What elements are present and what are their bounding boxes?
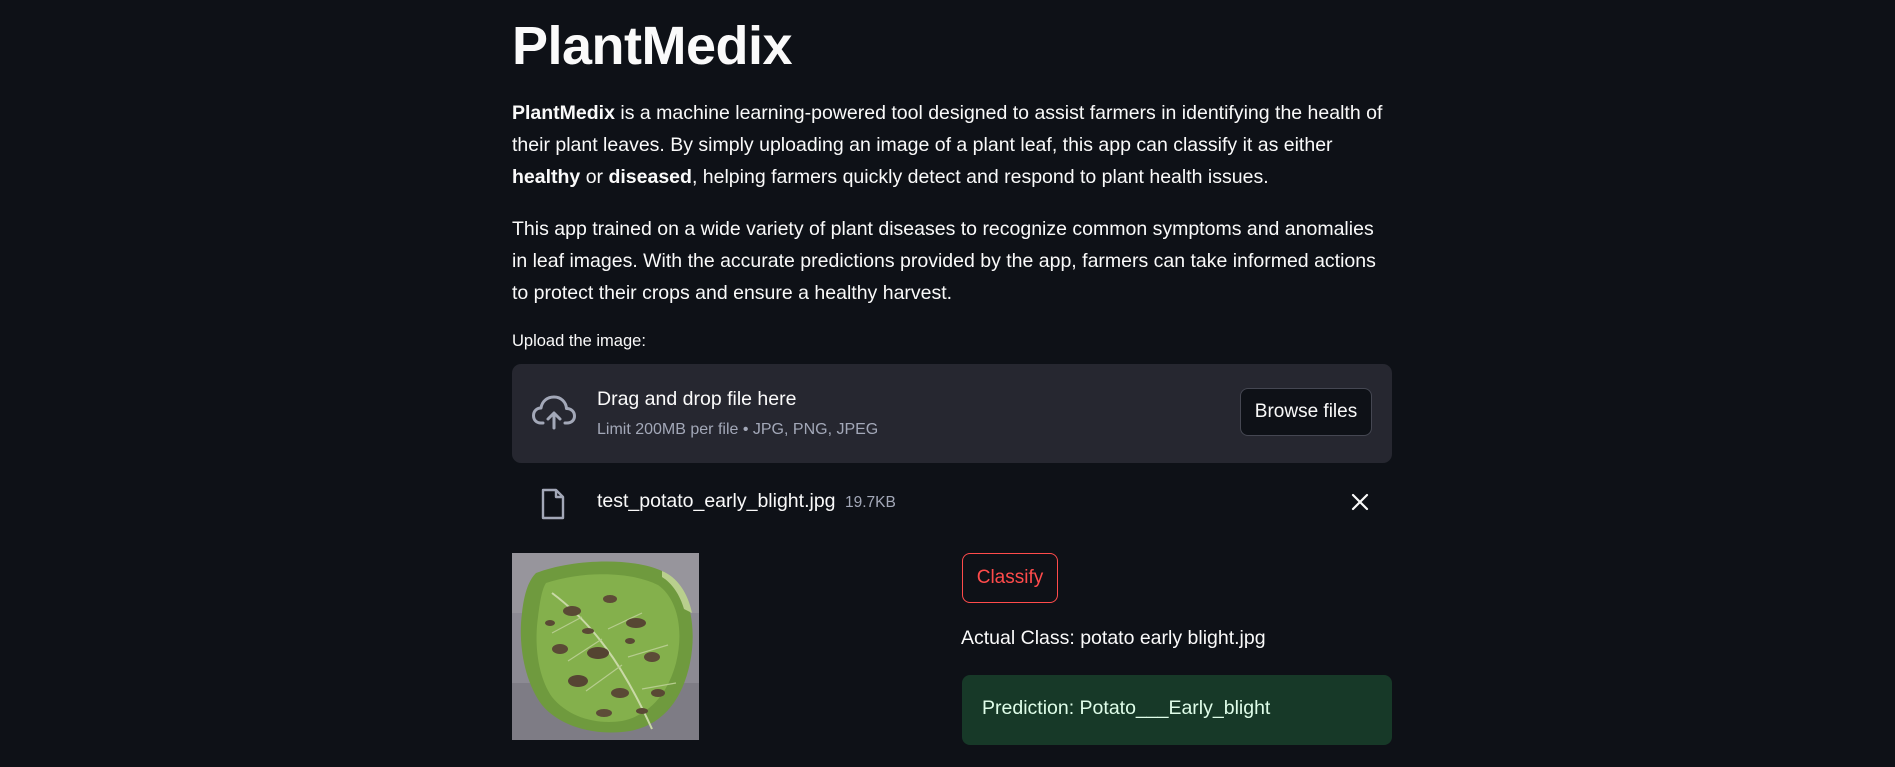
prediction-alert: Prediction: Potato___Early_blight — [962, 675, 1392, 745]
uploaded-file-row: test_potato_early_blight.jpg 19.7KB — [512, 478, 1392, 526]
intro-text-a: is a machine learning-powered tool desig… — [512, 102, 1383, 156]
file-dropzone[interactable]: Drag and drop file here Limit 200MB per … — [512, 364, 1392, 463]
classify-button[interactable]: Classify — [962, 553, 1058, 603]
close-icon[interactable] — [1350, 492, 1370, 512]
browse-files-button[interactable]: Browse files — [1240, 388, 1372, 436]
intro-text-b: or — [580, 166, 609, 188]
dropzone-limits: Limit 200MB per file • JPG, PNG, JPEG — [597, 421, 879, 438]
page-title: PlantMedix — [512, 16, 793, 76]
uploaded-file-name: test_potato_early_blight.jpg — [597, 490, 836, 512]
intro-text-c: , helping farmers quickly detect and res… — [691, 166, 1269, 188]
actual-class-text: Actual Class: potato early blight.jpg — [961, 627, 1266, 649]
cloud-upload-icon — [532, 395, 576, 430]
uploaded-file-size: 19.7KB — [845, 494, 896, 511]
diseased-bold: diseased — [608, 166, 692, 188]
prediction-text: Prediction: Potato___Early_blight — [982, 697, 1271, 719]
leaf-picture — [512, 553, 699, 740]
file-icon — [541, 488, 565, 520]
healthy-bold: healthy — [512, 166, 581, 188]
upload-label: Upload the image: — [512, 332, 646, 350]
app-name-bold: PlantMedix — [512, 102, 615, 124]
dropzone-title: Drag and drop file here — [597, 388, 797, 410]
uploaded-leaf-image — [512, 553, 699, 740]
intro-paragraph: PlantMedix is a machine learning-powered… — [512, 97, 1392, 193]
training-paragraph: This app trained on a wide variety of pl… — [512, 218, 1376, 304]
